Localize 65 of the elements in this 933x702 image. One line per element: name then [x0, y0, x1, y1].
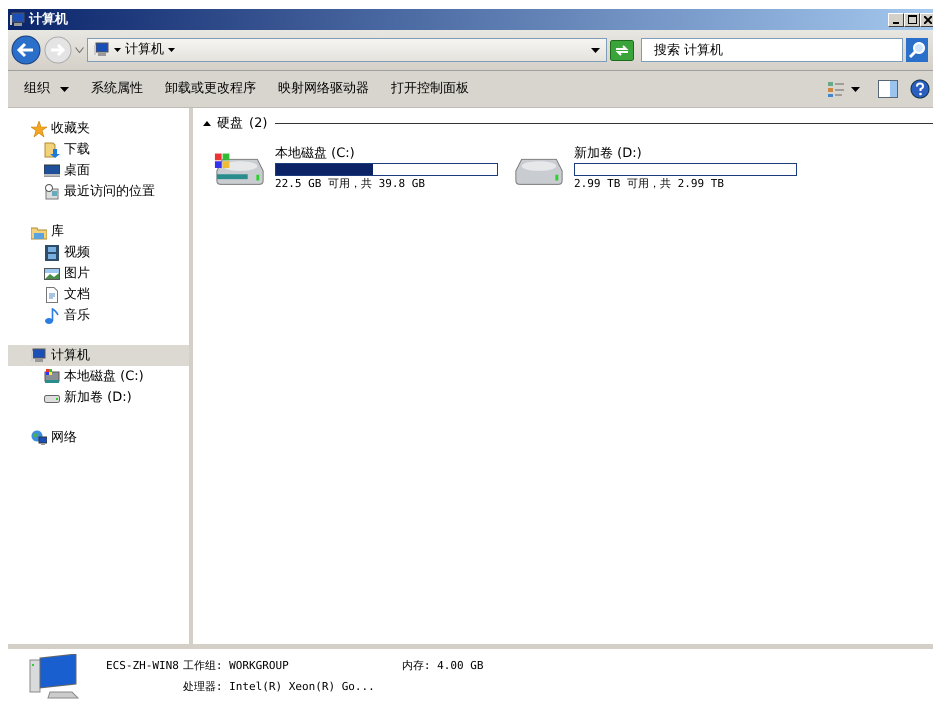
- computer-icon: [10, 12, 26, 28]
- collapse-icon[interactable]: [203, 121, 211, 126]
- section-title[interactable]: 硬盘: [217, 114, 243, 134]
- toolbar-button[interactable]: 组织: [16, 75, 77, 103]
- sidebar-item[interactable]: 库: [8, 221, 189, 242]
- sidebar-item[interactable]: 新加卷 (D:): [8, 387, 189, 408]
- drive-name[interactable]: 本地磁盘 (C:): [275, 144, 498, 163]
- drive-name[interactable]: 新加卷 (D:): [574, 144, 797, 163]
- caret-icon[interactable]: [168, 48, 175, 52]
- processor-info: 处理器: Intel(R) Xeon(R) Go...: [182, 678, 376, 694]
- sidebar-item[interactable]: 计算机: [8, 345, 189, 366]
- window-title: 计算机: [29, 10, 68, 29]
- address-bar[interactable]: 计算机: [87, 38, 607, 62]
- computer-name: ECS-ZH-WIN8: [106, 658, 179, 674]
- sidebar-item[interactable]: 视频: [8, 242, 189, 263]
- sidebar-item[interactable]: 音乐: [8, 305, 189, 326]
- maximize-button[interactable]: [904, 12, 920, 26]
- preview-pane-icon[interactable]: [878, 80, 898, 98]
- sidebar-icon: [44, 308, 60, 324]
- sidebar-item[interactable]: 最近访问的位置: [8, 181, 189, 202]
- help-icon[interactable]: [910, 79, 930, 99]
- sidebar-icon: [31, 120, 47, 136]
- section-count: (2): [249, 115, 268, 133]
- search-icon[interactable]: [906, 38, 928, 62]
- computer-icon: [94, 42, 110, 58]
- toolbar-button[interactable]: 映射网络驱动器: [270, 75, 377, 103]
- sidebar-icon: [44, 244, 60, 260]
- sidebar-item[interactable]: 桌面: [8, 160, 189, 181]
- refresh-icon[interactable]: [610, 40, 634, 60]
- close-button[interactable]: [920, 12, 933, 26]
- memory-info: 内存: 4.00 GB: [402, 658, 484, 674]
- view-options-icon[interactable]: [827, 80, 845, 98]
- maximize-icon: [908, 15, 916, 24]
- toolbar-button[interactable]: 卸载或更改程序: [157, 75, 264, 103]
- sidebar-icon: [44, 184, 60, 200]
- minimize-icon: [893, 22, 899, 24]
- caret-icon[interactable]: [851, 86, 860, 92]
- dropdown-icon[interactable]: [75, 47, 84, 53]
- sidebar-item[interactable]: 本地磁盘 (C:): [8, 366, 189, 387]
- sidebar-icon: [44, 286, 60, 302]
- sidebar-item[interactable]: 收藏夹: [8, 118, 189, 139]
- back-icon[interactable]: [11, 35, 41, 65]
- caret-icon: [60, 86, 69, 92]
- sidebar-item[interactable]: 文档: [8, 284, 189, 305]
- caret-icon[interactable]: [591, 48, 600, 52]
- drive-free-space: 2.99 TB 可用，共 2.99 TB: [574, 176, 725, 192]
- close-icon: [924, 16, 932, 24]
- address-path[interactable]: 计算机: [125, 40, 164, 60]
- drive-free-space: 22.5 GB 可用，共 39.8 GB: [275, 176, 426, 192]
- workgroup-info: 工作组: WORKGROUP: [182, 658, 290, 674]
- sidebar-icon: [44, 142, 60, 158]
- sidebar-item[interactable]: 下载: [8, 139, 189, 160]
- caret-icon[interactable]: [114, 48, 121, 52]
- sidebar-icon: [31, 430, 47, 446]
- computer-icon: [28, 654, 80, 700]
- sidebar-icon: [31, 348, 47, 364]
- sidebar-icon: [44, 368, 60, 384]
- sidebar-icon: [44, 162, 60, 178]
- search-field[interactable]: 搜索 计算机: [641, 38, 903, 62]
- sidebar-icon: [44, 266, 60, 282]
- sidebar-item[interactable]: 网络: [8, 427, 189, 448]
- toolbar-button[interactable]: 打开控制面板: [383, 75, 477, 103]
- sidebar-item[interactable]: 图片: [8, 263, 189, 284]
- toolbar-button[interactable]: 系统属性: [83, 75, 151, 103]
- minimize-button[interactable]: [888, 12, 904, 26]
